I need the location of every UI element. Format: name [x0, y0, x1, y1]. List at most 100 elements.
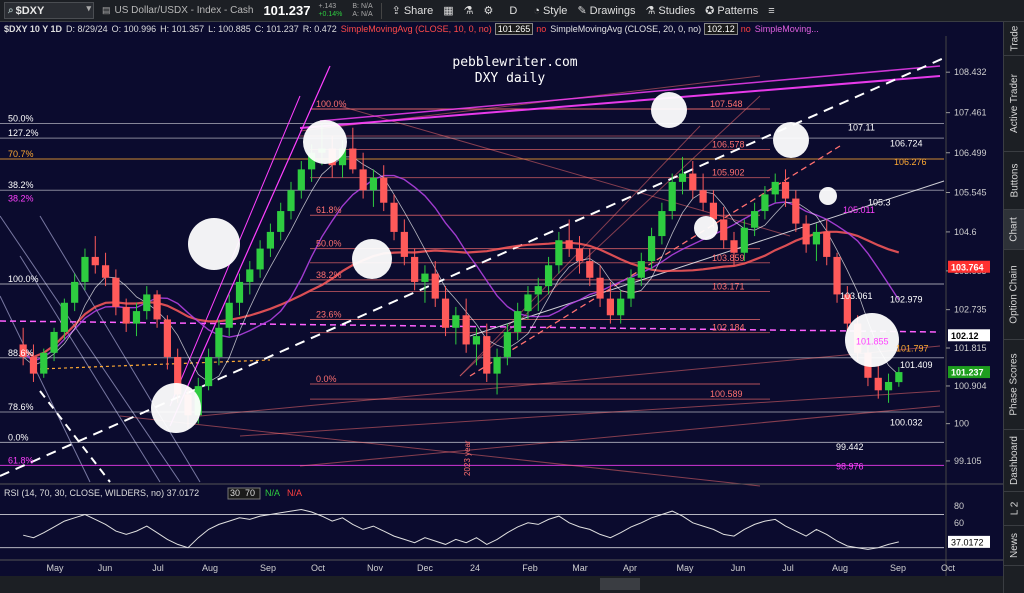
side-tab-phase-scores[interactable]: Phase Scores — [1004, 340, 1024, 430]
fib-left-label: 0.0% — [8, 432, 29, 442]
more-button[interactable]: ≡ — [768, 5, 774, 17]
side-tab-label: Chart — [1009, 217, 1021, 242]
divider — [380, 2, 382, 19]
candle-body — [534, 286, 542, 295]
flask-button[interactable]: ⚗ — [464, 4, 474, 17]
side-tab-chart[interactable]: Chart — [1004, 210, 1024, 250]
candle-body — [761, 194, 769, 212]
side-tab-dashboard[interactable]: Dashboard — [1004, 430, 1024, 492]
patterns-button[interactable]: ✪ Patterns — [705, 4, 758, 18]
x-tick-label: Jun — [98, 563, 113, 573]
rsi-value-badge-label: 37.0172 — [951, 537, 984, 547]
candle-body — [514, 311, 522, 332]
candle-body — [555, 240, 563, 266]
candle-body — [792, 198, 800, 224]
candle-body — [884, 381, 893, 391]
candle-body — [256, 248, 264, 270]
fib-mid-label: 0.0% — [316, 374, 337, 384]
drawings-label: Drawings — [589, 4, 636, 17]
side-tab-buttons[interactable]: Buttons — [1004, 152, 1024, 210]
low-value: L: 100.885 — [208, 24, 251, 34]
candle-body — [812, 231, 821, 245]
chart-title-text: pebblewriter.com — [452, 55, 577, 70]
side-tab-active-trader[interactable]: Active Trader — [1004, 56, 1024, 152]
rsi-tick-label: 80 — [954, 501, 964, 511]
right-level-label: 105.3 — [868, 198, 891, 208]
right-level-label: 99.442 — [836, 442, 864, 452]
chart-area[interactable]: pebblewriter.com DXY daily 2023 year 50.0% 1… — [0, 36, 1003, 593]
symbol-selector[interactable]: ⌕ $DXY ▾ — [4, 2, 94, 19]
x-tick-label: Jul — [782, 563, 794, 573]
side-tab-l-2[interactable]: L 2 — [1004, 492, 1024, 526]
candle-body — [823, 231, 831, 257]
gear-icon: ⚙ — [483, 5, 494, 17]
side-tab-news[interactable]: News — [1004, 526, 1024, 566]
high-value: H: 101.357 — [160, 24, 205, 34]
candle-body — [71, 281, 79, 303]
period-button[interactable]: D — [509, 5, 517, 17]
sma3-label: SimpleMoving... — [754, 24, 819, 34]
rsi-header: RSI (14, 70, 30, CLOSE, WILDERS, no) 37.… — [4, 488, 199, 498]
y-tick-label: 106.499 — [954, 148, 987, 158]
candle-body — [369, 177, 378, 191]
fib-level-label: 103.859 — [712, 253, 745, 263]
right-level-label: 103.061 — [840, 291, 873, 301]
side-tab-label: Phase Scores — [1009, 353, 1021, 416]
candle-body — [575, 248, 584, 262]
fib-level-label: 105.902 — [712, 168, 745, 178]
candle-body — [112, 277, 120, 307]
highlight-circle — [188, 218, 240, 270]
drawings-button[interactable]: ✎ Drawings — [577, 4, 636, 18]
candle-body — [60, 302, 68, 332]
bid-value: B: N/A — [352, 2, 373, 10]
layout-button[interactable]: ▦ — [443, 4, 453, 17]
settings-button[interactable]: ⚙ — [483, 4, 493, 17]
right-level-label: 102.979 — [890, 294, 923, 304]
candle-body — [204, 356, 213, 387]
candle-body — [143, 294, 151, 312]
ask-value: A: N/A — [352, 10, 373, 18]
x-tick-label: Feb — [522, 563, 538, 573]
x-tick-label: May — [46, 563, 64, 573]
range-value: R: 0.472 — [302, 24, 337, 34]
sma20-flag: no — [740, 24, 751, 34]
candle-body — [586, 261, 594, 278]
candle-body — [132, 311, 141, 324]
candle-body — [781, 181, 790, 199]
style-button[interactable]: ◔ Style — [533, 5, 567, 17]
right-level-label: 107.11 — [848, 122, 875, 132]
patterns-icon: ✪ — [705, 5, 715, 17]
highlight-circle — [151, 383, 201, 433]
side-tab-label: News — [1009, 532, 1021, 559]
side-tab-option-chain[interactable]: Option Chain — [1004, 250, 1024, 340]
x-tick-label: Aug — [832, 563, 848, 573]
candle-body — [493, 356, 501, 374]
share-button[interactable]: ⇪ Share — [392, 4, 434, 18]
y-tick-label: 104.6 — [954, 227, 977, 237]
right-level-label: 101.409 — [900, 360, 933, 370]
change-block: +.143 +0.14% — [318, 3, 342, 19]
candle-body — [895, 372, 903, 383]
side-tab-trade[interactable]: Trade — [1004, 22, 1024, 56]
candle-body — [472, 336, 481, 345]
candle-body — [668, 181, 676, 212]
bid-ask-block: B: N/A A: N/A — [352, 3, 372, 19]
candle-body — [699, 190, 707, 203]
x-tick-label: Jun — [731, 563, 746, 573]
sma20-value: 102.12 — [704, 23, 738, 35]
rsi-tick-label: 60 — [954, 518, 964, 528]
price-chart-svg[interactable]: pebblewriter.comDXY daily 2023 year 50.0% 1… — [0, 36, 1003, 593]
fib-level-label: 106.578 — [712, 139, 745, 149]
chart-background — [0, 36, 1003, 593]
candle-body — [751, 211, 759, 228]
studies-button[interactable]: ⚗ Studies — [646, 4, 696, 18]
y-tick-label: 100.904 — [954, 381, 987, 391]
right-level-label: 100.032 — [890, 417, 923, 427]
candle-body — [720, 219, 728, 241]
candle-body — [431, 273, 439, 299]
y-tick-label: 105.545 — [954, 188, 987, 198]
x-tick-label: 24 — [470, 563, 480, 573]
fib-level-label: 101.855 — [856, 336, 889, 346]
highlight-circle — [651, 92, 687, 128]
candle-body — [380, 177, 388, 203]
